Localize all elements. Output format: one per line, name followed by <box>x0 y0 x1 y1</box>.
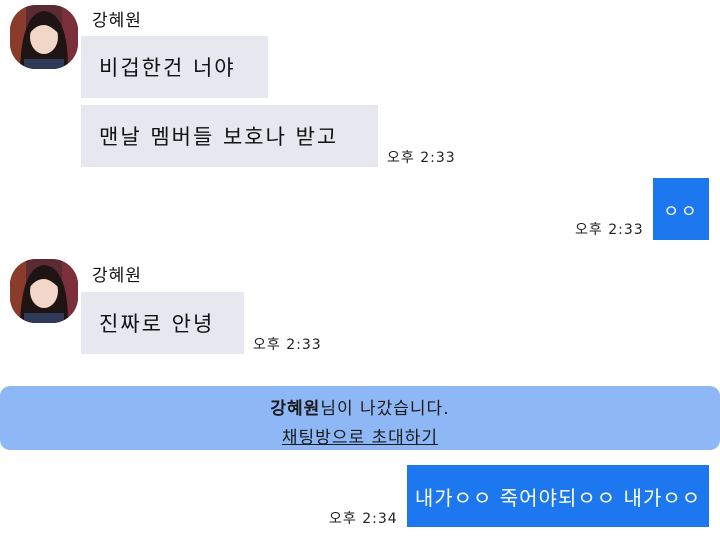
profile-photo-avatar <box>10 259 78 323</box>
my-message-bubble[interactable]: ㅇㅇ <box>653 178 709 240</box>
sender-avatar[interactable] <box>10 5 78 69</box>
message-timestamp: 오후 2:33 <box>575 222 644 238</box>
message-timestamp: 오후 2:33 <box>253 337 322 353</box>
message-bubble[interactable]: 진짜로 안녕 <box>81 292 244 354</box>
sender-name: 강혜원 <box>92 11 142 31</box>
message-bubble[interactable]: 맨날 멤버들 보호나 받고 <box>81 105 378 167</box>
message-timestamp: 오후 2:34 <box>329 511 398 527</box>
sender-name: 강혜원 <box>92 266 142 286</box>
left-chat-notice: 강혜원님이 나갔습니다. <box>0 394 720 419</box>
system-notice: 강혜원님이 나갔습니다. 채팅방으로 초대하기 <box>0 386 720 450</box>
profile-photo-avatar <box>10 5 78 69</box>
message-timestamp: 오후 2:33 <box>387 150 456 166</box>
invite-to-chat-link[interactable]: 채팅방으로 초대하기 <box>282 428 438 448</box>
message-bubble[interactable]: 비겁한건 너야 <box>81 36 268 98</box>
left-user-name: 강혜원 <box>270 399 321 419</box>
sender-avatar[interactable] <box>10 259 78 323</box>
my-message-bubble[interactable]: 내가ㅇㅇ 죽어야되ㅇㅇ 내가ㅇㅇ <box>407 465 709 527</box>
left-chat-text: 님이 나갔습니다. <box>320 399 450 419</box>
